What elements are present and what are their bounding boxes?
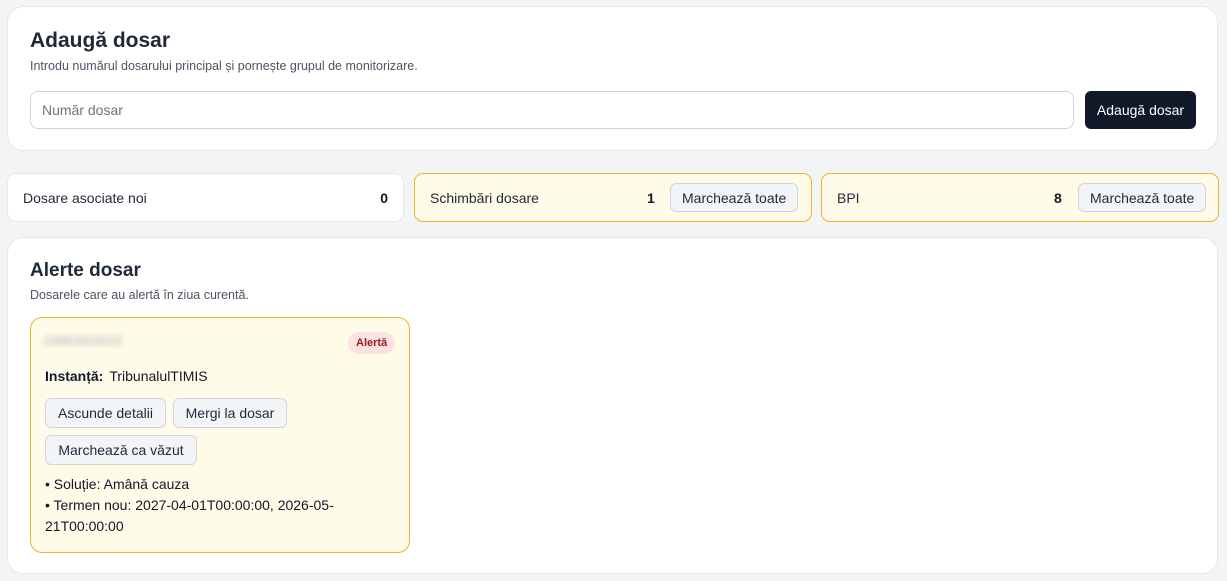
go-to-case-button[interactable]: Mergi la dosar <box>173 398 287 428</box>
stat-count: 8 <box>1054 190 1062 206</box>
add-case-subtitle: Introdu numărul dosarului principal și p… <box>30 59 418 73</box>
alerts-title: Alerte dosar <box>30 260 141 281</box>
alerts-subtitle: Dosarele care au alertă în ziua curentă. <box>30 288 249 302</box>
stat-label: Schimbări dosare <box>430 190 539 206</box>
case-number: 2388/30/2023 <box>43 334 123 348</box>
court-row: Instanță: TribunalulTIMIS <box>45 368 208 384</box>
court-value: TribunalulTIMIS <box>109 368 208 384</box>
hide-details-button[interactable]: Ascunde detalii <box>45 398 166 428</box>
add-case-button[interactable]: Adaugă dosar <box>1085 91 1196 129</box>
stat-case-changes: Schimbări dosare 1 Marchează toate <box>414 173 812 222</box>
mark-all-bpi-button[interactable]: Marchează toate <box>1078 183 1207 212</box>
detail-solution: • Soluție: Amână cauza <box>45 476 190 492</box>
court-label: Instanță: <box>45 368 104 384</box>
alert-case-item: 2388/30/2023 Alertă Instanță: TribunalulT… <box>30 317 410 553</box>
stat-count: 0 <box>380 190 388 206</box>
stat-bpi: BPI 8 Marchează toate <box>821 173 1219 222</box>
stat-label: BPI <box>837 190 860 206</box>
mark-as-seen-button[interactable]: Marchează ca văzut <box>45 435 197 465</box>
add-case-card: Adaugă dosar Introdu numărul dosarului p… <box>7 6 1218 151</box>
alert-badge: Alertă <box>348 332 396 354</box>
stat-count: 1 <box>647 190 655 206</box>
add-case-title: Adaugă dosar <box>30 29 171 52</box>
stat-label: Dosare asociate noi <box>23 190 147 206</box>
detail-new-term: • Termen nou: 2027-04-01T00:00:00, 2026-… <box>45 497 334 534</box>
case-alerts-card: Alerte dosar Dosarele care au alertă în … <box>7 237 1218 574</box>
case-number-input[interactable] <box>30 91 1074 129</box>
mark-all-case-changes-button[interactable]: Marchează toate <box>670 183 799 212</box>
stat-new-associated-cases: Dosare asociate noi 0 <box>7 173 404 222</box>
